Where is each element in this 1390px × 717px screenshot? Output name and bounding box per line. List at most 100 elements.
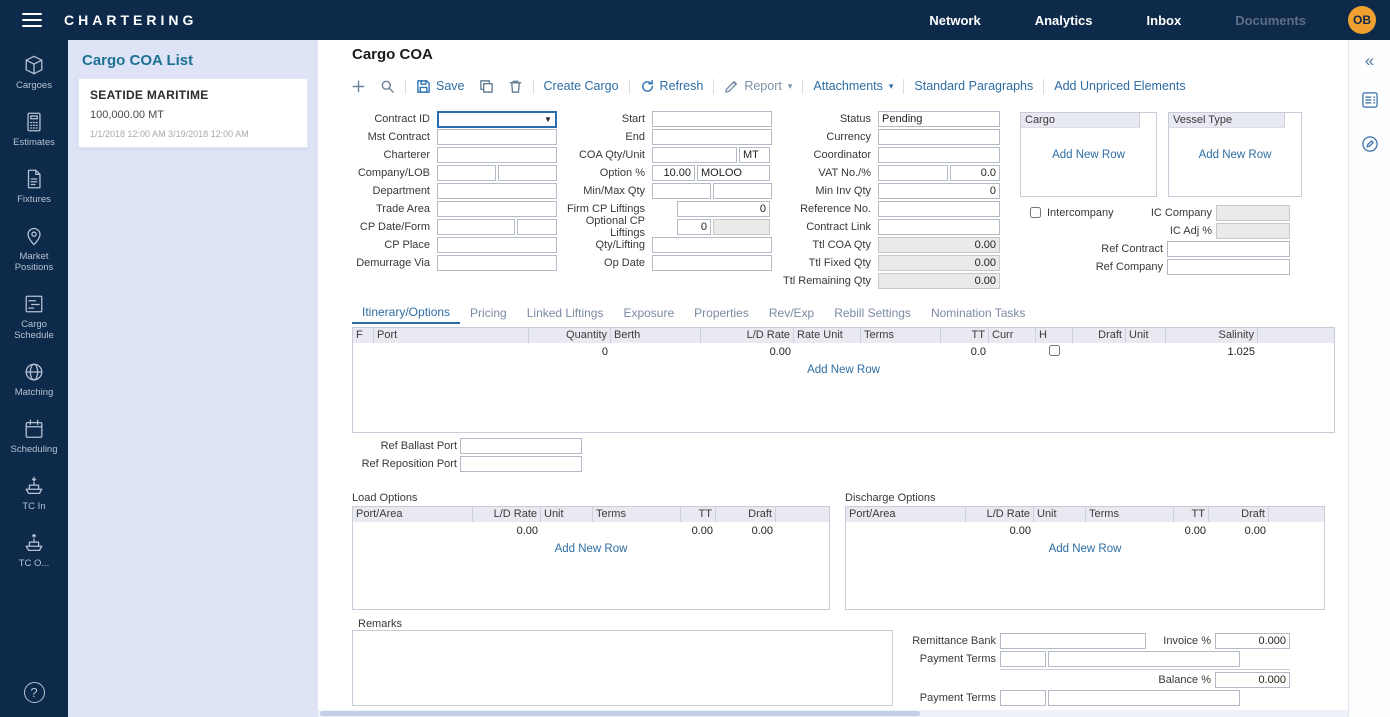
tab-itinerary-options[interactable]: Itinerary/Options — [352, 302, 460, 324]
currency-input[interactable] — [878, 129, 1000, 145]
col-header[interactable]: Unit — [1126, 328, 1166, 343]
load-options-add-new-row-link[interactable]: Add New Row — [353, 543, 829, 555]
charterer-input[interactable] — [437, 147, 557, 163]
balance-pct-input[interactable] — [1215, 672, 1290, 688]
col-header[interactable]: F — [353, 328, 374, 343]
intercompany-checkbox[interactable] — [1030, 207, 1041, 218]
sidebar-item-scheduling[interactable]: Scheduling — [0, 418, 68, 455]
col-header[interactable]: Rate Unit — [794, 328, 861, 343]
load-options-row[interactable]: 0.00 0.00 0.00 — [353, 522, 829, 540]
optional-cp-liftings-aux-input[interactable] — [713, 219, 770, 235]
col-header[interactable]: Terms — [1086, 507, 1174, 522]
ref-ballast-port-input[interactable] — [460, 438, 582, 454]
sidebar-item-estimates[interactable]: Estimates — [0, 111, 68, 148]
cp-form-input[interactable] — [517, 219, 557, 235]
coordinator-input[interactable] — [878, 147, 1000, 163]
status-input[interactable] — [878, 111, 1000, 127]
tab-pricing[interactable]: Pricing — [460, 302, 517, 324]
end-date-input[interactable] — [652, 129, 772, 145]
col-header[interactable]: L/D Rate — [966, 507, 1034, 522]
sidebar-item-fixtures[interactable]: Fixtures — [0, 168, 68, 205]
coa-unit-input[interactable] — [739, 147, 770, 163]
col-header[interactable]: TT — [1174, 507, 1209, 522]
min-inv-qty-input[interactable] — [878, 183, 1000, 199]
ref-company-input[interactable] — [1167, 259, 1290, 275]
qty-lifting-input[interactable] — [652, 237, 772, 253]
add-unpriced-elements-button[interactable]: Add Unpriced Elements — [1047, 79, 1192, 93]
option-type-input[interactable] — [697, 165, 770, 181]
expand-panel-button[interactable]: « — [1365, 52, 1374, 71]
search-button[interactable] — [373, 79, 402, 94]
cp-date-input[interactable] — [437, 219, 515, 235]
refresh-button[interactable]: Refresh — [633, 79, 711, 94]
properties-panel-button[interactable] — [1360, 90, 1380, 115]
tab-linked-liftings[interactable]: Linked Liftings — [517, 302, 614, 324]
h-checkbox[interactable] — [1049, 345, 1060, 356]
trade-area-input[interactable] — [437, 201, 557, 217]
nav-network[interactable]: Network — [929, 13, 980, 28]
create-cargo-button[interactable]: Create Cargo — [537, 79, 626, 93]
col-header[interactable]: Draft — [716, 507, 776, 522]
standard-paragraphs-button[interactable]: Standard Paragraphs — [907, 79, 1040, 93]
firm-cp-liftings-input[interactable] — [677, 201, 770, 217]
vessel-type-add-new-row-link[interactable]: Add New Row — [1169, 149, 1301, 161]
save-button[interactable]: Save — [409, 79, 472, 94]
company-input[interactable] — [437, 165, 496, 181]
hamburger-menu-icon[interactable] — [22, 13, 42, 27]
mst-contract-input[interactable] — [437, 129, 557, 145]
start-date-input[interactable] — [652, 111, 772, 127]
min-qty-input[interactable] — [652, 183, 711, 199]
discharge-options-row[interactable]: 0.00 0.00 0.00 — [846, 522, 1324, 540]
nav-inbox[interactable]: Inbox — [1147, 13, 1182, 28]
payment-terms-desc-input[interactable] — [1048, 651, 1240, 667]
col-header[interactable]: Salinity — [1166, 328, 1258, 343]
col-header[interactable]: TT — [941, 328, 989, 343]
attachments-button[interactable]: Attachments ▾ — [806, 79, 900, 93]
sidebar-item-tc-in[interactable]: TC In — [0, 475, 68, 512]
payment-terms2-code-input[interactable] — [1000, 690, 1046, 706]
nav-analytics[interactable]: Analytics — [1035, 13, 1093, 28]
sidebar-item-cargoes[interactable]: Cargoes — [0, 54, 68, 91]
report-button[interactable]: Report ▾ — [717, 79, 799, 94]
remarks-textarea[interactable] — [352, 630, 893, 706]
department-input[interactable] — [437, 183, 557, 199]
contract-id-dropdown[interactable]: ▼ — [437, 111, 557, 128]
coa-qty-input[interactable] — [652, 147, 737, 163]
scrollbar-thumb[interactable] — [320, 711, 920, 716]
col-header[interactable]: H — [1036, 328, 1073, 343]
col-header[interactable]: Terms — [593, 507, 681, 522]
col-header[interactable]: L/D Rate — [701, 328, 794, 343]
sidebar-item-market-positions[interactable]: Market Positions — [0, 225, 68, 273]
coa-list-item[interactable]: SEATIDE MARITIME 100,000.00 MT 1/1/2018 … — [78, 78, 308, 148]
col-header[interactable]: Port — [374, 328, 529, 343]
discharge-options-add-new-row-link[interactable]: Add New Row — [846, 543, 1324, 555]
copy-button[interactable] — [472, 79, 501, 94]
reference-no-input[interactable] — [878, 201, 1000, 217]
col-header[interactable]: Quantity — [529, 328, 611, 343]
itinerary-add-new-row-link[interactable]: Add New Row — [353, 364, 1334, 376]
sidebar-item-matching[interactable]: Matching — [0, 361, 68, 398]
col-header[interactable]: Port/Area — [353, 507, 473, 522]
demurrage-via-input[interactable] — [437, 255, 557, 271]
option-pct-input[interactable] — [652, 165, 695, 181]
col-header[interactable]: Draft — [1073, 328, 1126, 343]
tab-rebill-settings[interactable]: Rebill Settings — [824, 302, 921, 324]
tab-exposure[interactable]: Exposure — [613, 302, 684, 324]
tab-properties[interactable]: Properties — [684, 302, 759, 324]
col-header[interactable]: Port/Area — [846, 507, 966, 522]
contract-link-input[interactable] — [878, 219, 1000, 235]
invoice-pct-input[interactable] — [1215, 633, 1290, 649]
max-qty-input[interactable] — [713, 183, 772, 199]
horizontal-scrollbar[interactable] — [318, 710, 1348, 717]
cargo-add-new-row-link[interactable]: Add New Row — [1021, 149, 1156, 161]
ref-reposition-port-input[interactable] — [460, 456, 582, 472]
col-header[interactable]: Unit — [541, 507, 593, 522]
col-header[interactable]: Curr — [989, 328, 1036, 343]
delete-button[interactable] — [501, 79, 530, 94]
col-header[interactable]: Unit — [1034, 507, 1086, 522]
col-header[interactable]: Draft — [1209, 507, 1269, 522]
sidebar-item-tc-out[interactable]: TC O... — [0, 532, 68, 569]
itinerary-row[interactable]: 0 0.00 0.0 1.025 — [353, 343, 1334, 361]
col-header[interactable]: TT — [681, 507, 716, 522]
payment-terms2-desc-input[interactable] — [1048, 690, 1240, 706]
